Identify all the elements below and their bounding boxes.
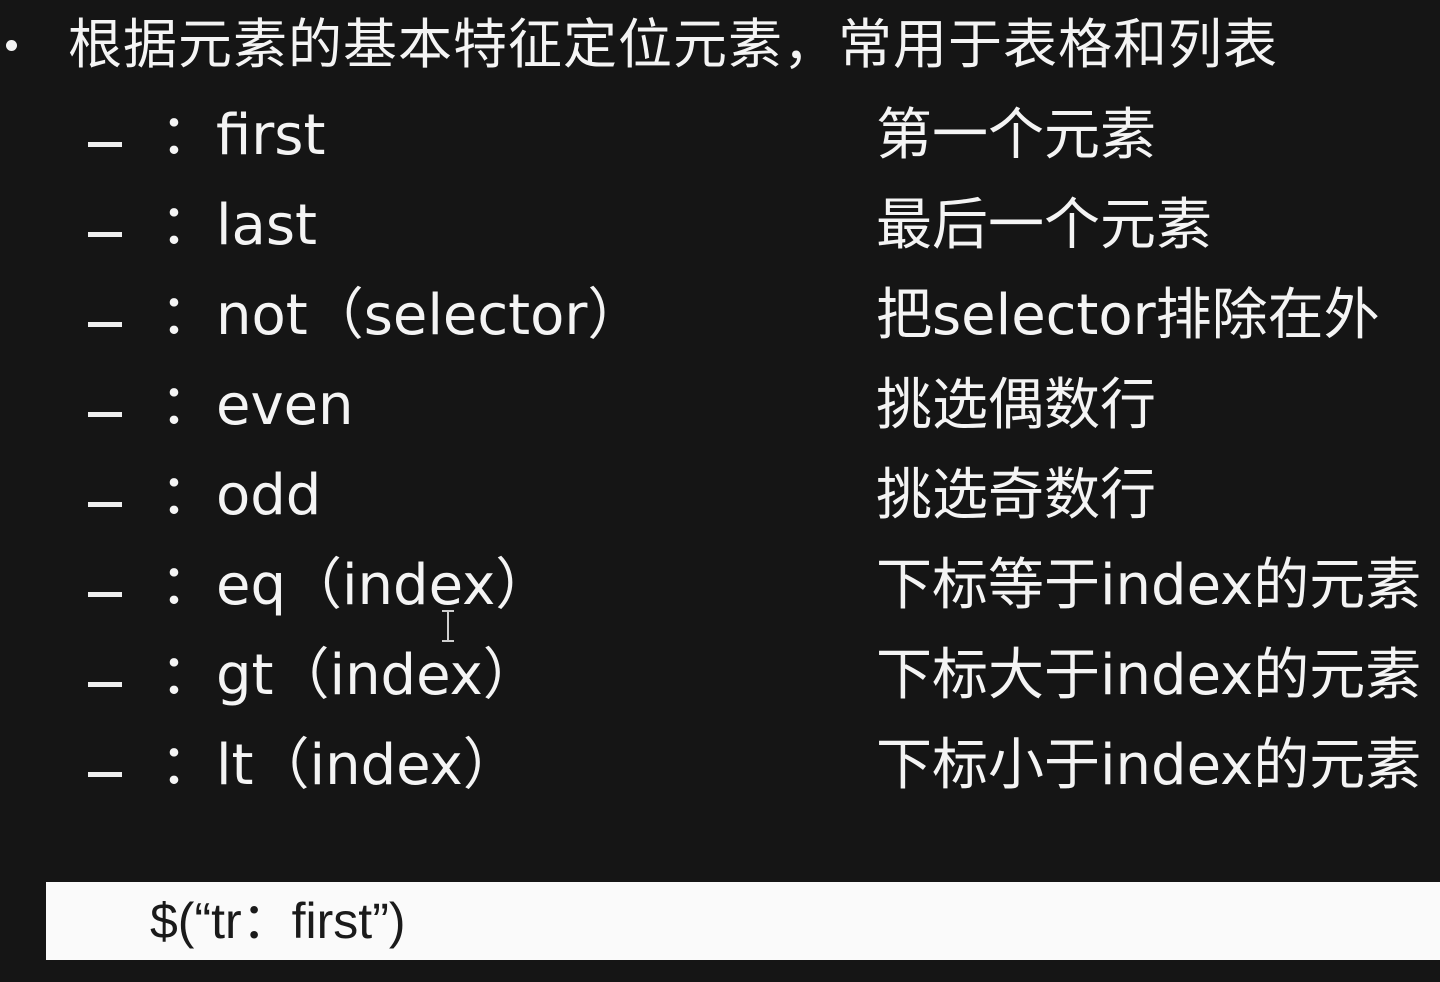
- list-item: ：lt（index） 下标小于index的元素: [0, 730, 1440, 820]
- dash-bullet: [88, 322, 122, 327]
- dash-bullet: [88, 682, 122, 687]
- selector-name: ：lt（index）: [160, 733, 519, 798]
- dash-bullet: [88, 412, 122, 417]
- dash-bullet: [88, 772, 122, 777]
- list-item: ：even 挑选偶数行: [0, 370, 1440, 460]
- code-example-box: $(“tr：first”): [46, 882, 1440, 960]
- slide-heading: 根据元素的基本特征定位元素，常用于表格和列表: [68, 13, 1278, 76]
- slide: 根据元素的基本特征定位元素，常用于表格和列表 ：first 第一个元素 ：las…: [0, 0, 1440, 982]
- selector-description: 挑选奇数行: [876, 463, 1156, 528]
- text-cursor-icon: [441, 610, 455, 642]
- selector-name: ：last: [160, 193, 318, 258]
- list-item: ：odd 挑选奇数行: [0, 460, 1440, 550]
- selector-name: ：first: [160, 103, 326, 168]
- selector-description: 下标等于index的元素: [876, 553, 1422, 618]
- dash-bullet: [88, 142, 122, 147]
- code-example: $(“tr：first”): [150, 893, 406, 949]
- list-item: ：last 最后一个元素: [0, 190, 1440, 280]
- selector-name: ：eq（index）: [160, 553, 552, 618]
- selector-description: 第一个元素: [876, 103, 1156, 168]
- selector-name: ：even: [160, 373, 354, 438]
- list-item: ：first 第一个元素: [0, 100, 1440, 190]
- dash-bullet: [88, 502, 122, 507]
- list-item: ：not（selector） 把selector排除在外: [0, 280, 1440, 370]
- selector-description: 挑选偶数行: [876, 373, 1156, 438]
- selector-description: 把selector排除在外: [876, 283, 1380, 348]
- selector-name: ：gt（index）: [160, 643, 539, 708]
- selector-name: ：not（selector）: [160, 283, 644, 348]
- dash-bullet: [88, 592, 122, 597]
- selector-name: ：odd: [160, 463, 322, 528]
- selector-description: 最后一个元素: [876, 193, 1212, 258]
- selector-description: 下标大于index的元素: [876, 643, 1422, 708]
- list-item: ：gt（index） 下标大于index的元素: [0, 640, 1440, 730]
- list-item: ：eq（index） 下标等于index的元素: [0, 550, 1440, 640]
- bullet-point: [6, 40, 17, 51]
- selector-description: 下标小于index的元素: [876, 733, 1422, 798]
- dash-bullet: [88, 232, 122, 237]
